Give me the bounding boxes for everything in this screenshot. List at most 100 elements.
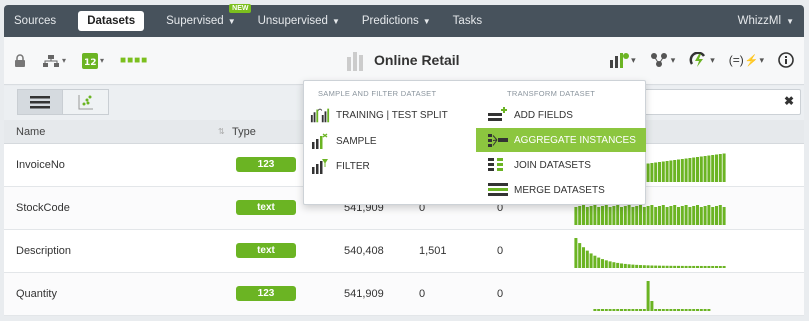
- histogram-bar: [661, 309, 665, 311]
- histogram-bar: [665, 161, 669, 182]
- histogram-bar: [715, 265, 718, 268]
- histogram-bar: [601, 259, 604, 268]
- histogram-bar: [684, 158, 688, 182]
- histogram-bar: [650, 205, 654, 225]
- histogram-bar: [582, 247, 585, 268]
- histogram-bar: [627, 205, 631, 225]
- nav-tasks[interactable]: Tasks: [453, 15, 482, 27]
- histogram-bar: [654, 265, 658, 268]
- histogram-bar: [699, 265, 703, 268]
- nav-supervised[interactable]: NEW Supervised ▼: [166, 4, 252, 27]
- histogram-bar: [612, 262, 616, 268]
- histogram-bar: [688, 265, 692, 268]
- svg-text:12: 12: [84, 58, 97, 68]
- histogram-bar: [623, 206, 627, 225]
- header-name[interactable]: Name: [16, 126, 45, 138]
- histogram-bar: [703, 156, 707, 182]
- histogram-bar: [661, 265, 665, 268]
- histogram-bar: [722, 207, 726, 225]
- histogram-bar: [688, 309, 692, 311]
- header-type[interactable]: Type: [232, 126, 256, 138]
- histogram-bar: [608, 261, 612, 268]
- histogram-bar: [661, 161, 665, 182]
- chevron-down-icon: ▾: [631, 54, 636, 65]
- histogram-bar: [627, 309, 631, 311]
- merge-icon: [488, 182, 508, 198]
- search-input[interactable]: ✖: [632, 89, 801, 115]
- formula-icon[interactable]: (=) ⚡ ▾: [729, 53, 764, 67]
- menu-item-add-fields[interactable]: ADD FIELDS: [484, 103, 646, 127]
- histogram-bar: [623, 263, 627, 268]
- histogram-bar: [631, 309, 635, 311]
- histogram-bar: [620, 207, 623, 225]
- sort-icon[interactable]: ⇅: [218, 127, 225, 136]
- view-toggle: [17, 89, 109, 115]
- histogram-bar: [616, 309, 620, 311]
- errors-value: 0: [497, 288, 504, 300]
- histogram-bar: [593, 255, 597, 268]
- histogram-bar: [703, 309, 707, 311]
- configure-dataset-icon[interactable]: ▾: [608, 51, 636, 69]
- menu-header-sample-filter: SAMPLE AND FILTER DATASET: [318, 89, 437, 98]
- nav-unsupervised[interactable]: Unsupervised ▼: [258, 15, 340, 27]
- histogram-bar: [585, 250, 589, 268]
- scatter-view-button[interactable]: [63, 89, 109, 115]
- histogram-bar: [715, 206, 718, 225]
- histogram-bar: [582, 205, 585, 225]
- histogram-bar: [696, 205, 699, 225]
- lock-icon[interactable]: [14, 53, 26, 68]
- menu-item-join-datasets[interactable]: JOIN DATASETS: [484, 153, 646, 177]
- nav-sources[interactable]: Sources: [14, 15, 56, 27]
- nav-predictions[interactable]: Predictions ▼: [362, 15, 431, 27]
- field-name: Quantity: [16, 288, 57, 300]
- one-click-icon[interactable]: ▾: [689, 52, 715, 68]
- histogram-bar: [646, 281, 650, 311]
- histogram-bar: [669, 160, 673, 182]
- menu-item-sample[interactable]: SAMPLE: [308, 129, 468, 153]
- histogram-bar: [669, 265, 673, 268]
- table-row[interactable]: Quantity 123 541,909 0 0: [4, 273, 804, 316]
- count-value: 540,408: [344, 245, 384, 257]
- histogram-bar: [627, 264, 631, 268]
- nav-datasets[interactable]: Datasets: [78, 11, 145, 31]
- histogram-bar: [707, 265, 711, 268]
- histogram-bar: [612, 309, 616, 311]
- histogram-bar: [658, 162, 661, 182]
- missing-value: 1,501: [419, 245, 447, 257]
- field-name: InvoiceNo: [16, 159, 65, 171]
- histogram-bar: [673, 205, 677, 225]
- histogram-bar: [650, 163, 654, 182]
- chevron-down-icon: ▾: [100, 56, 105, 65]
- aggregate-icon: [488, 132, 508, 148]
- histogram-bar: [589, 253, 593, 268]
- close-icon[interactable]: ✖: [784, 94, 794, 108]
- histogram-bar: [699, 309, 703, 311]
- histogram-bar: [711, 155, 715, 182]
- progress-dots-icon: ■■■■: [120, 55, 149, 66]
- histogram-bar: [620, 309, 623, 311]
- histogram-bar: [696, 309, 699, 311]
- chevron-down-icon: ▾: [710, 54, 715, 65]
- chevron-down-icon: ▾: [670, 54, 676, 65]
- model-icon[interactable]: ▾: [650, 52, 676, 68]
- user-menu[interactable]: WhizzMl ▼: [738, 15, 794, 27]
- table-row[interactable]: Description text 540,408 1,501 0: [4, 230, 804, 273]
- list-view-button[interactable]: [17, 89, 63, 115]
- menu-item-filter[interactable]: FILTER: [308, 154, 468, 178]
- tree-icon[interactable]: ▾: [42, 54, 66, 68]
- histogram-bar: [688, 158, 692, 182]
- menu-item-aggregate-instances[interactable]: AGGREGATE INSTANCES: [476, 128, 646, 152]
- list-icon: [30, 96, 50, 109]
- histogram-bar: [601, 206, 604, 225]
- count-value: 541,909: [344, 288, 384, 300]
- numbers-icon[interactable]: 12 ▾: [82, 52, 105, 69]
- histogram-bar: [574, 207, 578, 225]
- histogram-bar: [639, 309, 642, 311]
- menu-item-merge-datasets[interactable]: MERGE DATASETS: [484, 178, 646, 202]
- chevron-down-icon: ▾: [759, 54, 764, 65]
- histogram-bar: [635, 309, 639, 311]
- menu-item-training-test-split[interactable]: TRAINING | TEST SPLIT: [308, 103, 468, 127]
- histogram-bar: [696, 265, 699, 268]
- field-name: Description: [16, 245, 72, 257]
- info-icon[interactable]: [778, 52, 794, 68]
